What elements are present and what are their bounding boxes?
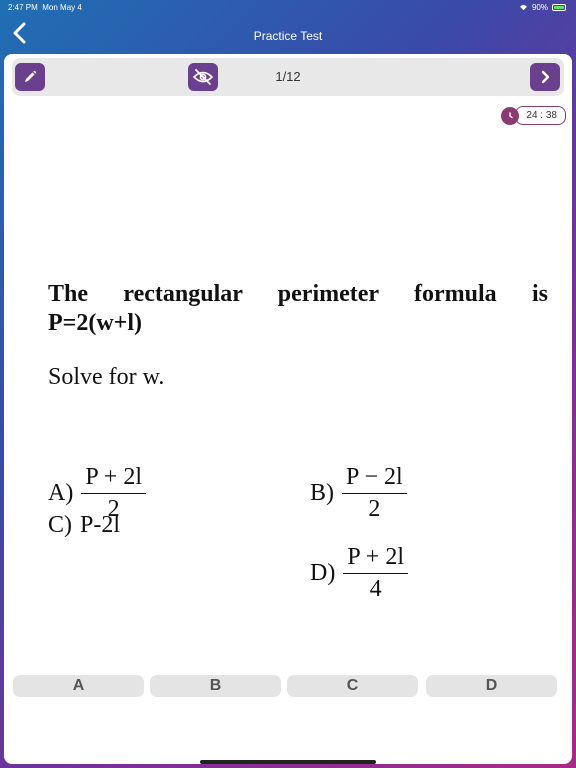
- status-right: 90%: [519, 3, 566, 12]
- option-c: C) P-2l: [48, 512, 120, 539]
- numerator: P − 2l: [342, 464, 407, 494]
- fraction: P − 2l 2: [342, 464, 407, 523]
- option-d: D) P + 2l 4: [310, 544, 408, 603]
- option-letter: A): [48, 480, 74, 506]
- question: The rectangular perimeter formula is P=2…: [48, 280, 548, 391]
- question-stem-line2: P=2(w+l): [48, 310, 142, 336]
- fraction: P + 2l 4: [343, 544, 408, 603]
- chevron-right-icon: [541, 70, 550, 84]
- answer-c-button[interactable]: C: [287, 675, 418, 697]
- option-text: P-2l: [80, 512, 121, 538]
- answer-b-button[interactable]: B: [150, 675, 281, 697]
- answer-bar: A B C D: [13, 675, 557, 697]
- page-title: Practice Test: [253, 29, 323, 43]
- answer-a-button[interactable]: A: [13, 675, 144, 697]
- battery-percent: 90%: [531, 3, 548, 12]
- numerator: P + 2l: [343, 544, 408, 574]
- option-letter: C): [48, 512, 72, 538]
- option-letter: D): [310, 560, 336, 586]
- home-indicator[interactable]: [200, 760, 376, 764]
- clock-icon: [501, 106, 520, 125]
- timer: 24 : 38: [501, 106, 566, 125]
- denominator: 2: [368, 496, 381, 522]
- answer-d-button[interactable]: D: [426, 675, 557, 697]
- time-text: 2:47 PM: [8, 3, 38, 12]
- question-card: 1/12 24 : 38 The rectangular perimeter f…: [4, 54, 572, 764]
- wifi-icon: [519, 4, 527, 11]
- nav-bar: Practice Test: [0, 14, 576, 54]
- status-bar: 2:47 PM Mon May 4 90%: [0, 0, 576, 14]
- next-button[interactable]: [530, 63, 560, 91]
- option-b: B) P − 2l 2: [310, 464, 407, 523]
- date-text: Mon May 4: [42, 3, 82, 12]
- status-time: 2:47 PM Mon May 4: [8, 3, 82, 12]
- toolbar: 1/12: [12, 58, 564, 96]
- denominator: 4: [369, 576, 382, 602]
- question-instruction: Solve for w.: [48, 364, 165, 390]
- page-indicator: 1/12: [275, 69, 301, 84]
- battery-icon: [552, 4, 566, 11]
- timer-value: 24 : 38: [515, 106, 566, 125]
- numerator: P + 2l: [81, 464, 146, 494]
- question-stem-line1: The rectangular perimeter formula is: [48, 281, 548, 307]
- option-letter: B): [310, 480, 334, 506]
